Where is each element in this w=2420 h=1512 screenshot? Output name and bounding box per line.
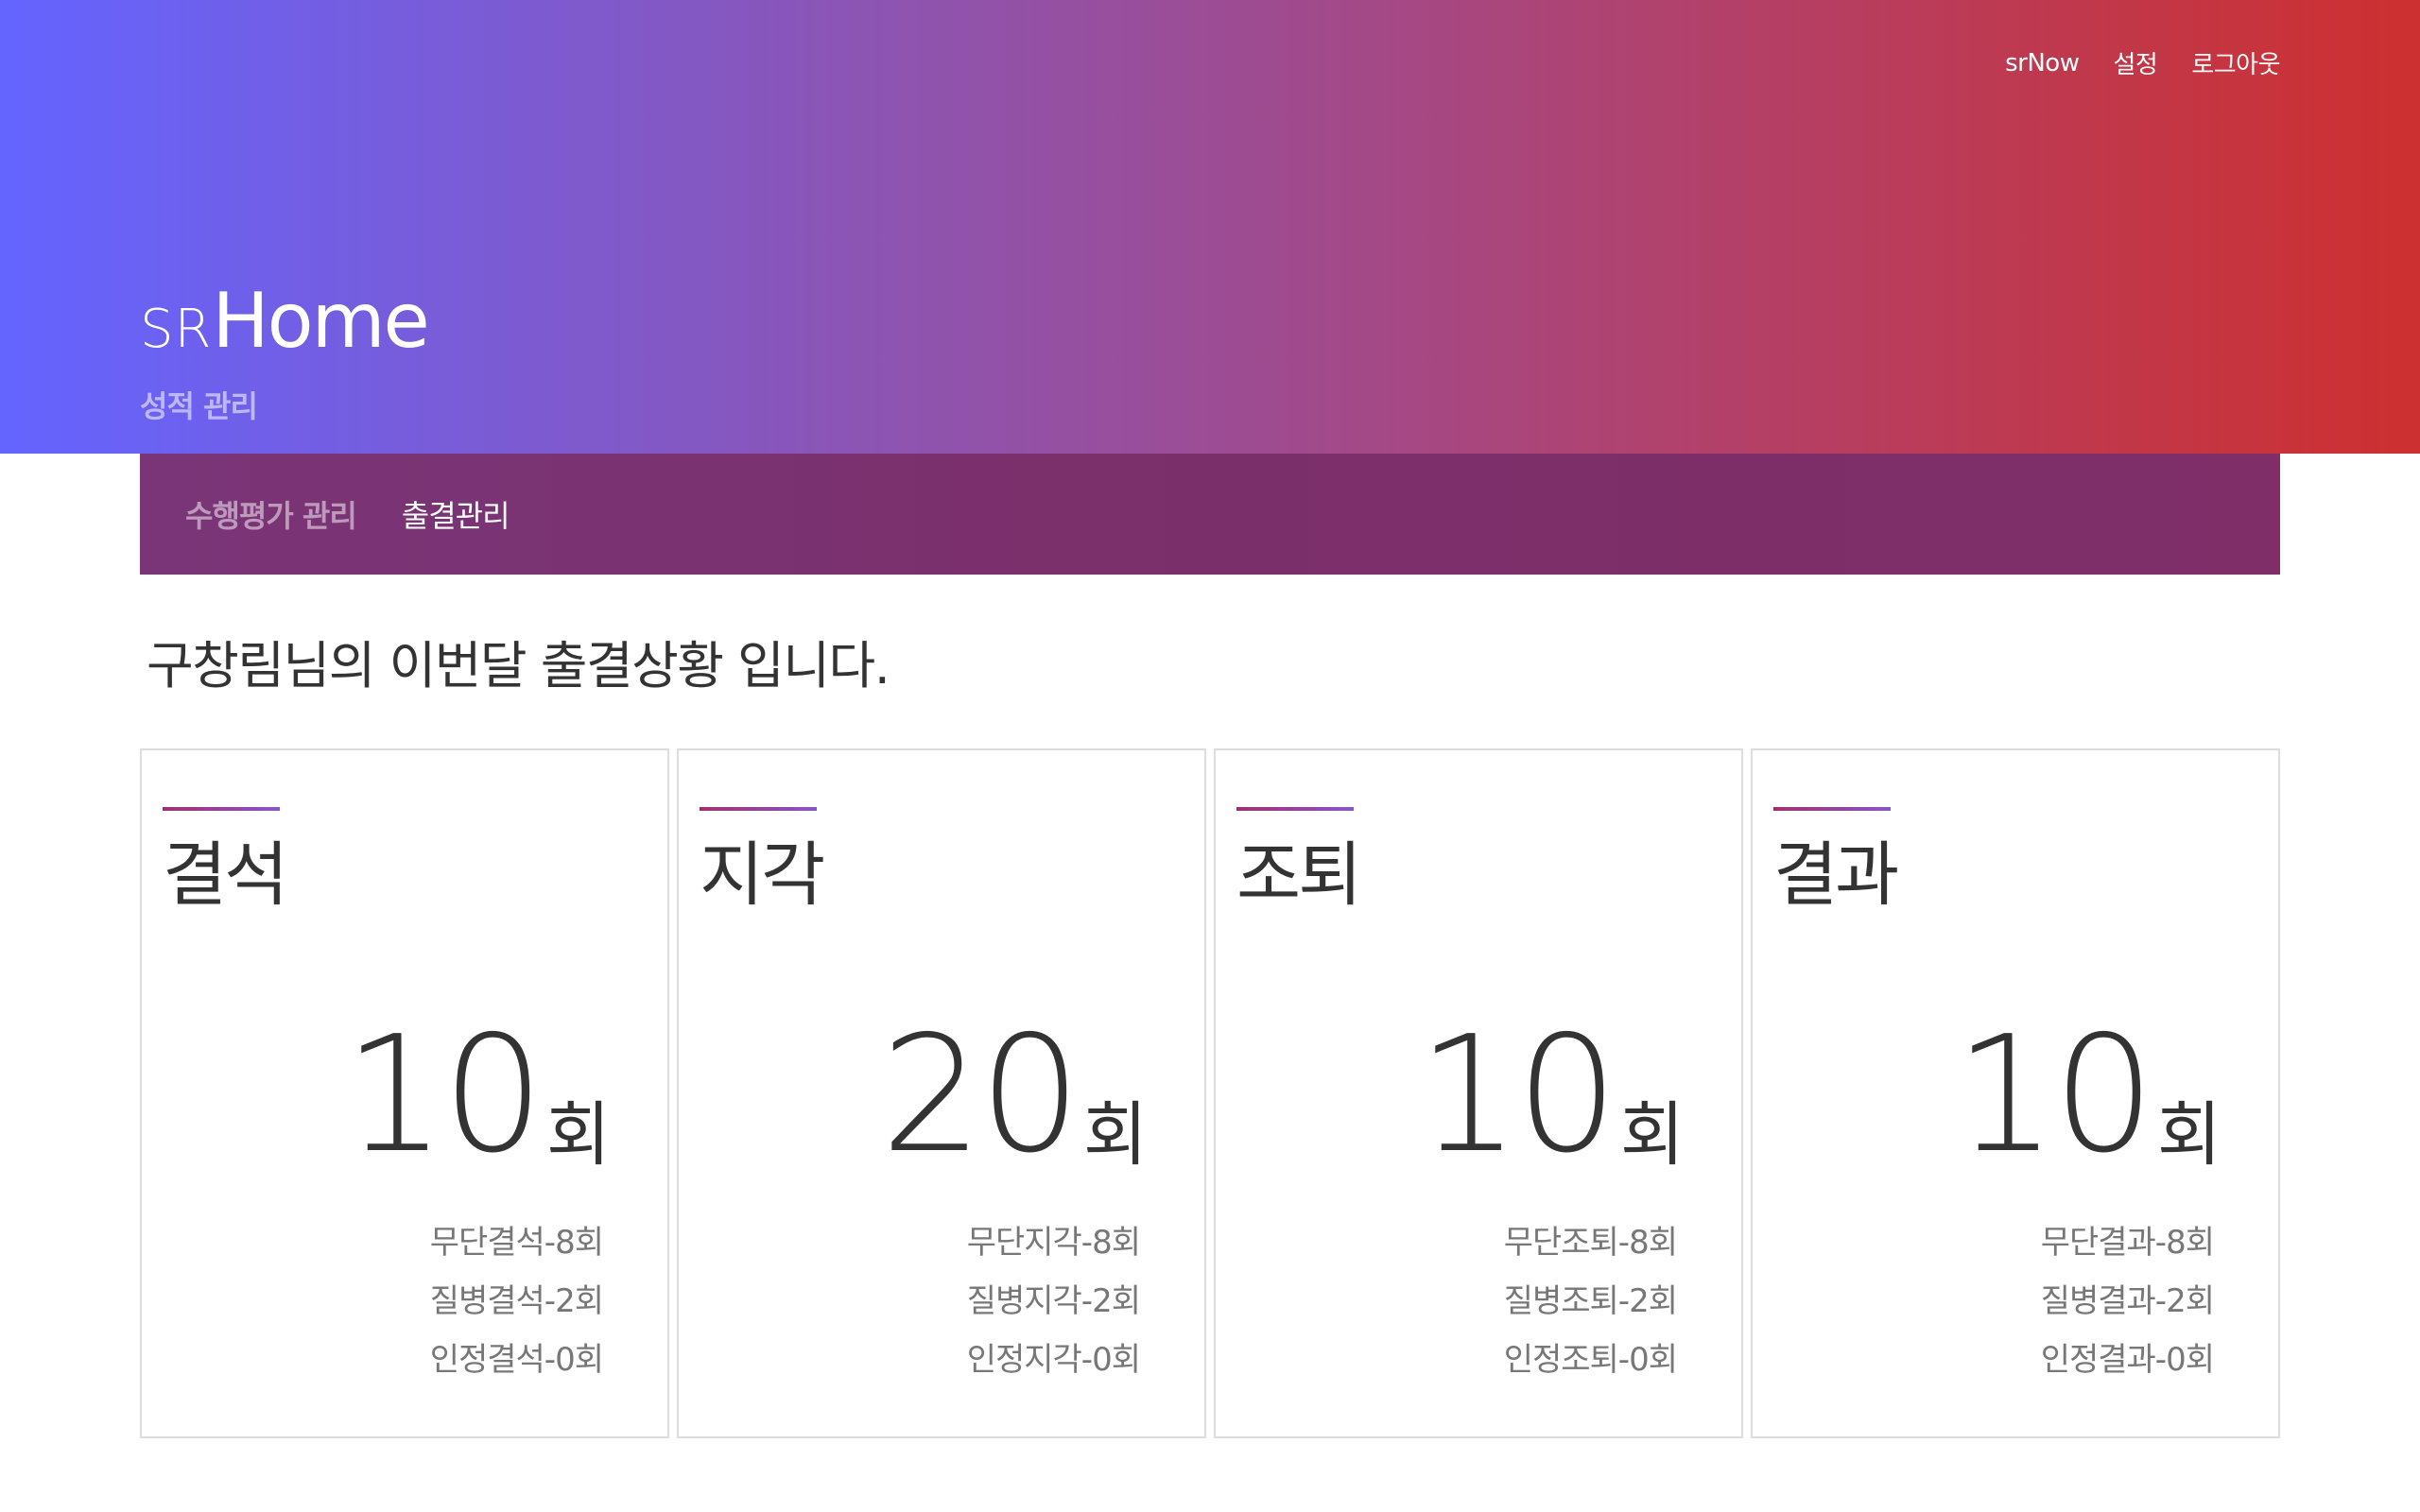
count-unit: 회 (1082, 1094, 1148, 1176)
card-breakdown: 무단조퇴-8회 질병조퇴-2회 인정조퇴-0회 (1503, 1213, 1678, 1389)
srnow-link[interactable]: srNow (2005, 49, 2080, 77)
card-breakdown: 무단결석-8회 질병결석-2회 인정결석-0회 (429, 1213, 604, 1389)
count-number: 10 (1954, 1002, 2155, 1189)
card-count: 10 회 (1955, 1015, 2221, 1176)
tab-attendance[interactable]: 출결관리 (402, 492, 510, 536)
card-accent-line (1236, 807, 1354, 811)
top-navigation: srNow 설정 로그아웃 (2005, 45, 2280, 80)
count-number: 20 (880, 1002, 1081, 1189)
page-title: 구창림님의 이번달 출결상황 입니다. (147, 636, 890, 696)
count-unit: 회 (545, 1094, 611, 1176)
brand-logo[interactable]: SR Home (140, 277, 430, 365)
card-accent-line (700, 807, 817, 811)
breakdown-item: 질병결석-2회 (429, 1282, 604, 1320)
count-number: 10 (1417, 1002, 1618, 1189)
settings-link[interactable]: 설정 (2113, 45, 2157, 80)
sub-navigation: 수행평가 관리 출결관리 (140, 454, 2280, 575)
card-count: 10 회 (1418, 1015, 1685, 1176)
tardy-card: 지각 20 회 무단지각-8회 질병지각-2회 인정지각-0회 (677, 748, 1206, 1438)
class-absence-card: 결과 10 회 무단결과-8회 질병결과-2회 인정결과-0회 (1751, 748, 2280, 1438)
breakdown-item: 질병조퇴-2회 (1503, 1282, 1678, 1320)
page-subtitle: 성적 관리 (140, 388, 258, 424)
card-title: 지각 (700, 834, 825, 916)
count-number: 10 (343, 1002, 544, 1189)
card-count: 20 회 (881, 1015, 1148, 1176)
breakdown-item: 인정결석-0회 (429, 1341, 604, 1379)
early-leave-card: 조퇴 10 회 무단조퇴-8회 질병조퇴-2회 인정조퇴-0회 (1214, 748, 1743, 1438)
hero-header: srNow 설정 로그아웃 SR Home 성적 관리 (0, 0, 2420, 454)
card-title: 조퇴 (1236, 834, 1362, 916)
absence-card: 결석 10 회 무단결석-8회 질병결석-2회 인정결석-0회 (140, 748, 669, 1438)
card-breakdown: 무단결과-8회 질병결과-2회 인정결과-0회 (2040, 1213, 2215, 1389)
brand-name: Home (212, 277, 429, 365)
breakdown-item: 무단지각-8회 (966, 1224, 1141, 1262)
card-title: 결과 (1773, 834, 1899, 916)
count-unit: 회 (2156, 1094, 2221, 1176)
breakdown-item: 질병결과-2회 (2040, 1282, 2215, 1320)
tab-performance-assessment[interactable]: 수행평가 관리 (185, 492, 357, 536)
card-count: 10 회 (344, 1015, 611, 1176)
card-accent-line (163, 807, 280, 811)
count-unit: 회 (1619, 1094, 1685, 1176)
card-breakdown: 무단지각-8회 질병지각-2회 인정지각-0회 (966, 1213, 1141, 1389)
breakdown-item: 인정지각-0회 (966, 1341, 1141, 1379)
breakdown-item: 무단조퇴-8회 (1503, 1224, 1678, 1262)
card-title: 결석 (163, 834, 288, 916)
attendance-cards: 결석 10 회 무단결석-8회 질병결석-2회 인정결석-0회 지각 20 회 … (140, 748, 2280, 1438)
card-accent-line (1773, 807, 1891, 811)
breakdown-item: 인정조퇴-0회 (1503, 1341, 1678, 1379)
breakdown-item: 질병지각-2회 (966, 1282, 1141, 1320)
breakdown-item: 무단결석-8회 (429, 1224, 604, 1262)
breakdown-item: 무단결과-8회 (2040, 1224, 2215, 1262)
logout-link[interactable]: 로그아웃 (2191, 45, 2280, 80)
brand-prefix: SR (140, 299, 213, 360)
breakdown-item: 인정결과-0회 (2040, 1341, 2215, 1379)
